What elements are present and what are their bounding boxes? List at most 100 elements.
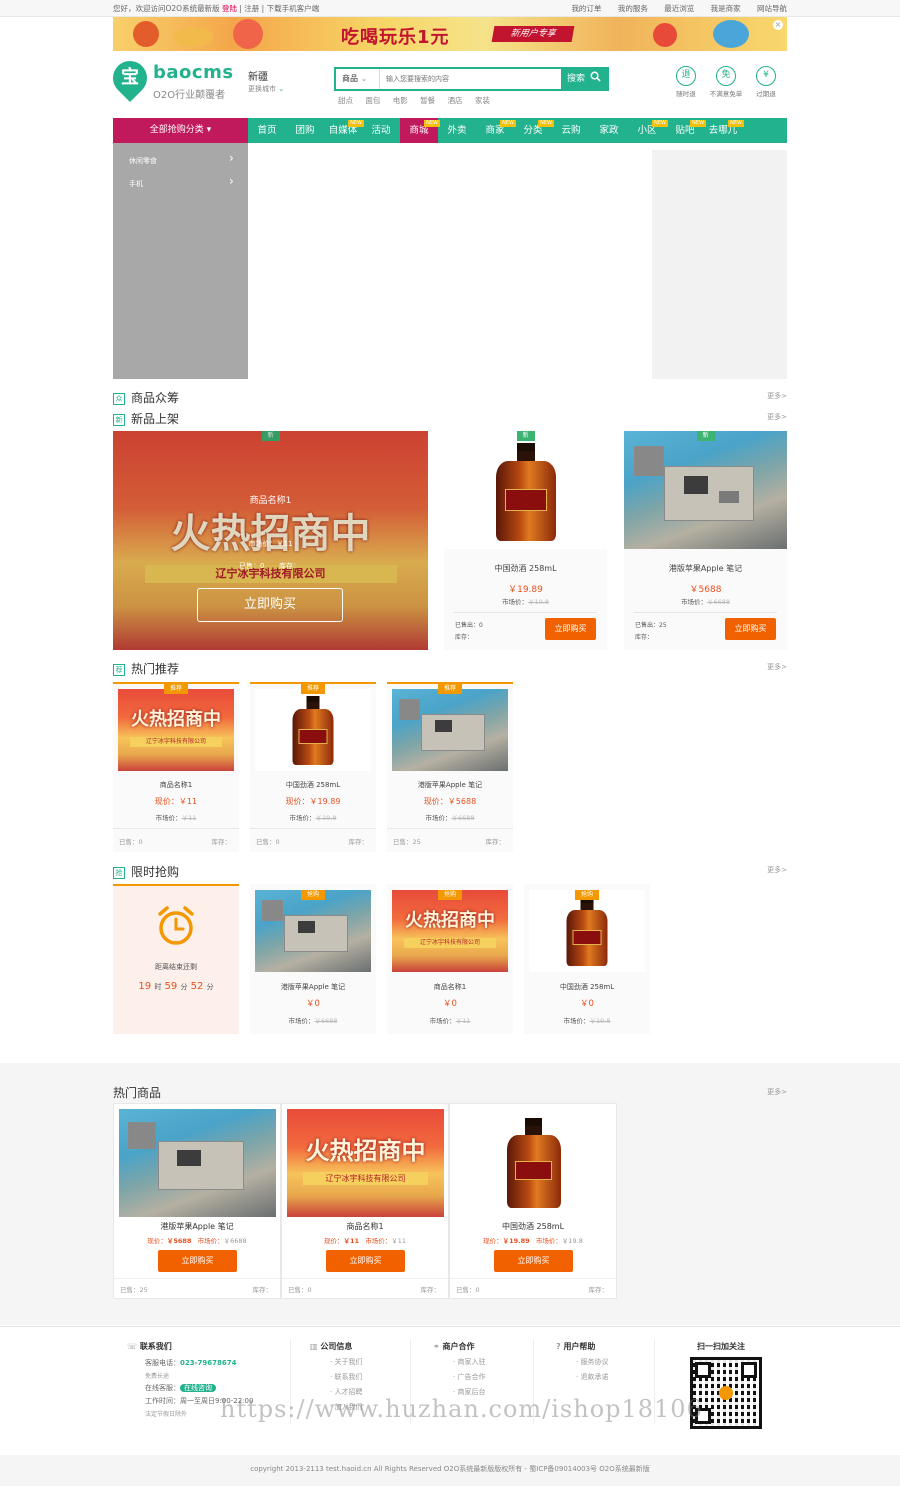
logo-name[interactable]: baocms — [153, 62, 234, 83]
hotword-link[interactable]: 家装 — [475, 96, 490, 105]
divider — [282, 1278, 448, 1279]
hot-product-card[interactable]: 推荐 中国劲酒 258mL 现价：￥19.89 市场价：￥19.8 已售：0 库… — [250, 682, 376, 852]
market-price-row: 市场价：￥19.8 — [524, 1015, 650, 1025]
divider — [387, 828, 513, 829]
nav-item[interactable]: 小区 NEW — [628, 118, 668, 143]
product-price: ￥0 — [306, 999, 320, 1009]
footer-link[interactable]: · 退款承诺 — [556, 1372, 608, 1382]
footer-merchant: ⚭ 商户合作 · 商家入驻 · 广告合作 · 商家后台 — [433, 1341, 485, 1397]
caret-down-icon: ▾ — [206, 125, 212, 135]
header: 宝 baocms O2O行业颠覆者 新疆 更换城市 ⌄ 商品 ⌄ 搜索 甜点 面… — [105, 0, 787, 118]
footer-heading: ⚭ 商户合作 — [433, 1341, 485, 1352]
nav-item[interactable]: 商城 NEW — [400, 118, 440, 143]
hotword-link[interactable]: 暂餐 — [420, 96, 435, 105]
new-product-card[interactable]: 新 港版苹果Apple 笔记 ￥5688 市场价：￥6688 已售出：25 库存… — [624, 431, 787, 650]
buy-now-button[interactable]: 立即购买 — [158, 1250, 237, 1272]
market-price: ￥6688 — [314, 1017, 338, 1025]
nav-item[interactable]: 云购 — [552, 118, 590, 143]
more-link[interactable]: 更多> — [767, 865, 787, 875]
headset-icon: ☏ — [127, 1342, 138, 1351]
footer-link[interactable]: · 服务协议 — [556, 1357, 608, 1367]
hot-goods-card[interactable]: 火热招商中 辽宁冰宇科技有限公司 商品名称1 现价：￥11 市场价：￥11 立即… — [281, 1103, 449, 1299]
stock-count: 库存： — [279, 562, 300, 570]
market-price-row: 市场价：￥6688 — [387, 812, 513, 822]
hot-product-card[interactable]: 火热招商中 辽宁冰宇科技有限公司 推荐 商品名称1 现价：￥11 市场价：￥11… — [113, 682, 239, 852]
nav-item[interactable]: 家政 — [590, 118, 628, 143]
flash-badge: 抢购 — [437, 890, 463, 900]
nav-item[interactable]: 活动 — [362, 118, 400, 143]
footer-link[interactable]: · 广告合作 — [433, 1372, 485, 1382]
buy-now-button[interactable]: 立即购买 — [545, 618, 596, 640]
chevron-right-icon: › — [229, 174, 234, 188]
sidemenu-item-snacks[interactable]: 休闲零食 — [129, 156, 157, 166]
new-arrival-title: 新品上架 — [131, 412, 180, 426]
product-name: 港版苹果Apple 笔记 — [280, 983, 346, 991]
nav-item-label: 首页 — [257, 125, 277, 136]
search-icon — [590, 71, 601, 82]
search-button[interactable]: 搜索 — [561, 67, 609, 91]
stock-count: 库存： — [211, 838, 232, 846]
search-type-select[interactable]: 商品 ⌄ — [336, 69, 380, 89]
footer-link[interactable]: · 关于我们 — [310, 1357, 362, 1367]
stock-count: 库存： — [635, 634, 654, 641]
hotword-link[interactable]: 酒店 — [448, 96, 463, 105]
hotword-link[interactable]: 甜点 — [338, 96, 353, 105]
more-link[interactable]: 更多> — [767, 1087, 787, 1097]
nav-item-label: 团购 — [295, 125, 315, 136]
buy-now-button[interactable]: 立即购买 — [326, 1250, 405, 1272]
promise-free-if-unsatisfied[interactable]: 免 不满意免单 — [710, 66, 742, 98]
promise-expired-refund[interactable]: ¥ 过期退 — [753, 66, 779, 98]
section-title-flash: 抢限时抢购 — [113, 863, 179, 880]
more-link[interactable]: 更多> — [767, 662, 787, 672]
buy-now-button[interactable]: 立即购买 — [725, 618, 776, 640]
featured-product-banner[interactable]: 新 火热招商中 辽宁冰宇科技有限公司 商品名称1 市场价：￥11 已售：0 库存… — [113, 431, 428, 650]
more-link[interactable]: 更多> — [767, 391, 787, 401]
hotword-link[interactable]: 电影 — [393, 96, 408, 105]
watermark-text: https://www.huzhan.com/ishop18106 — [220, 1395, 703, 1423]
search-input[interactable] — [386, 72, 556, 86]
nav-item[interactable]: 商家 NEW — [476, 118, 516, 143]
flash-title: 限时抢购 — [131, 865, 180, 879]
footer-link[interactable]: · 商家入驻 — [433, 1357, 485, 1367]
nav-item[interactable]: 首页 — [248, 118, 286, 143]
phone-row: 客服电话：023-79678674 — [127, 1358, 253, 1368]
nav-item[interactable]: 自媒体 NEW — [324, 118, 364, 143]
online-chat-button[interactable]: 在线咨询 — [180, 1384, 216, 1392]
product-price: ￥0 — [443, 999, 457, 1009]
sidemenu-item-phones[interactable]: 手机 — [129, 179, 143, 189]
flash-product-card[interactable]: 抢购 港版苹果Apple 笔记 ￥0 市场价：￥6688 — [250, 884, 376, 1034]
buy-now-button[interactable]: 立即购买 — [494, 1250, 573, 1272]
crowdfund-icon: 众 — [113, 393, 125, 405]
promise-label: 随时退 — [676, 90, 696, 98]
footer-link[interactable]: · 联系我们 — [310, 1372, 362, 1382]
sold-count: 已售出：25 — [635, 622, 667, 629]
market-price-label: 市场价： — [288, 1017, 315, 1025]
section-title-new: 新新品上架 — [113, 410, 179, 427]
city-switch-link[interactable]: 更换城市 ⌄ — [248, 84, 284, 94]
nav-item[interactable]: 去哪儿 NEW — [704, 118, 744, 143]
new-product-card[interactable]: 新 中国劲酒 258mL ￥19.89 市场价：￥19.8 已售出：0 库存： … — [444, 431, 607, 650]
logo-char[interactable]: 宝 — [113, 61, 147, 95]
flash-product-card[interactable]: 抢购 中国劲酒 258mL ￥0 市场价：￥19.8 — [524, 884, 650, 1034]
hotword-link[interactable]: 面包 — [365, 96, 380, 105]
hot-product-card[interactable]: 推荐 港版苹果Apple 笔记 现价：￥5688 市场价：￥6688 已售：25… — [387, 682, 513, 852]
hot-goods-card[interactable]: 港版苹果Apple 笔记 现价：￥5688 市场价：￥6688 立即购买 已售：… — [113, 1103, 281, 1299]
nav-item[interactable]: 外卖 — [438, 118, 476, 143]
help-icon: ? — [556, 1342, 561, 1351]
promise-refund-anytime[interactable]: 退 随时退 — [673, 66, 699, 98]
product-price: ￥19.89 — [502, 1237, 530, 1245]
nav-item[interactable]: 贴吧 NEW — [666, 118, 706, 143]
nav-item[interactable]: 团购 — [286, 118, 324, 143]
hot-goods-card[interactable]: 中国劲酒 258mL 现价：￥19.89 市场价：￥19.8 立即购买 已售：0… — [449, 1103, 617, 1299]
flash-product-card[interactable]: 火热招商中 辽宁冰宇科技有限公司 抢购 商品名称1 ￥0 市场价：￥11 — [387, 884, 513, 1034]
product-image — [444, 431, 607, 549]
all-categories-button[interactable]: 全部抢购分类 ▾ — [113, 118, 248, 143]
price-label: 现价： — [483, 1237, 503, 1245]
nav-item[interactable]: 分类 NEW — [514, 118, 554, 143]
more-link[interactable]: 更多> — [767, 412, 787, 422]
countdown-timer: 19 时 59 分 52 分 — [113, 981, 239, 992]
market-price: ￥11 — [455, 1017, 471, 1025]
price-row: 现价：￥11 市场价：￥11 — [282, 1235, 448, 1245]
sold-count: 已售出：0 — [455, 622, 483, 629]
buy-now-button[interactable]: 立即购买 — [197, 588, 343, 622]
